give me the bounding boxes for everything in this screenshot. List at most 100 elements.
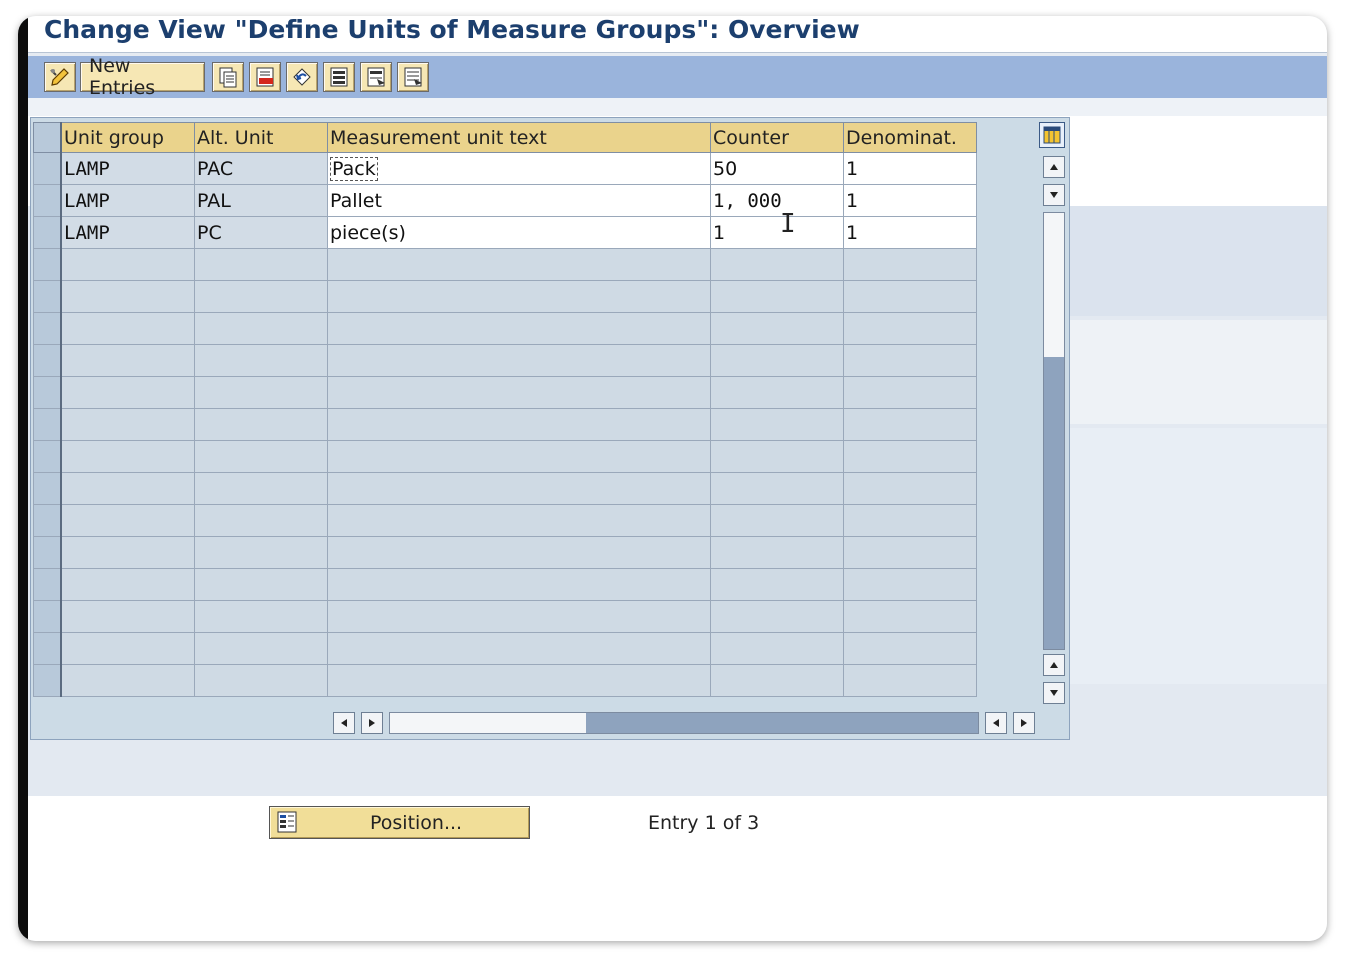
alt-unit-cell[interactable]: [194, 504, 328, 537]
counter-cell[interactable]: [710, 280, 844, 313]
denominator-cell[interactable]: [843, 504, 977, 537]
counter-cell[interactable]: [710, 344, 844, 377]
column-header-measurement-unit-text[interactable]: Measurement unit text: [327, 122, 711, 153]
counter-cell[interactable]: 1: [710, 216, 844, 249]
row-selector[interactable]: [33, 408, 62, 441]
counter-cell[interactable]: [710, 312, 844, 345]
alt-unit-cell[interactable]: [194, 600, 328, 633]
deselect-all-icon[interactable]: [397, 62, 429, 92]
scroll-left-end-button[interactable]: [985, 712, 1007, 734]
vertical-scroll-thumb[interactable]: [1044, 357, 1064, 649]
denominator-cell[interactable]: [843, 280, 977, 313]
column-header-counter[interactable]: Counter: [710, 122, 844, 153]
row-selector[interactable]: [33, 184, 62, 217]
measurement-unit-text-cell[interactable]: piece(s): [327, 216, 711, 249]
scroll-up-top-button[interactable]: [1043, 156, 1065, 178]
vertical-scrollbar[interactable]: [1043, 212, 1065, 650]
counter-cell[interactable]: [710, 376, 844, 409]
counter-cell[interactable]: 50: [710, 152, 844, 185]
measurement-unit-text-cell[interactable]: [327, 664, 711, 697]
scroll-up-bottom-button[interactable]: [1043, 654, 1065, 676]
unit-group-cell[interactable]: [60, 632, 195, 665]
alt-unit-cell[interactable]: [194, 312, 328, 345]
unit-group-cell[interactable]: [60, 568, 195, 601]
denominator-cell[interactable]: [843, 472, 977, 505]
select-all-icon[interactable]: [323, 62, 355, 92]
denominator-cell[interactable]: 1: [843, 184, 977, 217]
unit-group-cell[interactable]: [60, 376, 195, 409]
denominator-cell[interactable]: 1: [843, 152, 977, 185]
unit-group-cell[interactable]: [60, 248, 195, 281]
row-selector[interactable]: [33, 216, 62, 249]
scroll-down-top-button[interactable]: [1043, 184, 1065, 206]
unit-group-cell[interactable]: [60, 408, 195, 441]
display-change-icon[interactable]: [44, 62, 76, 92]
row-selector[interactable]: [33, 600, 62, 633]
select-all-rows-corner[interactable]: [33, 122, 62, 153]
unit-group-cell[interactable]: [60, 472, 195, 505]
new-entries-button[interactable]: New Entries: [80, 55, 205, 99]
alt-unit-cell[interactable]: [194, 344, 328, 377]
position-button[interactable]: Position...: [269, 806, 530, 839]
measurement-unit-text-value[interactable]: Pack: [330, 156, 378, 181]
undo-change-icon[interactable]: [286, 62, 318, 92]
scroll-left-button[interactable]: [333, 712, 355, 734]
denominator-cell[interactable]: [843, 376, 977, 409]
denominator-cell[interactable]: [843, 248, 977, 281]
copy-icon[interactable]: [212, 62, 244, 92]
scroll-right-end-button[interactable]: [1013, 712, 1035, 734]
counter-cell[interactable]: [710, 440, 844, 473]
denominator-cell[interactable]: [843, 664, 977, 697]
scroll-down-bottom-button[interactable]: [1043, 682, 1065, 704]
counter-cell[interactable]: [710, 504, 844, 537]
row-selector[interactable]: [33, 632, 62, 665]
row-selector[interactable]: [33, 536, 62, 569]
horizontal-scrollbar[interactable]: [389, 712, 979, 734]
row-selector[interactable]: [33, 312, 62, 345]
counter-cell[interactable]: [710, 408, 844, 441]
counter-cell[interactable]: [710, 600, 844, 633]
delete-icon[interactable]: [249, 62, 281, 92]
denominator-cell[interactable]: [843, 632, 977, 665]
measurement-unit-text-cell[interactable]: [327, 376, 711, 409]
unit-group-cell[interactable]: [60, 312, 195, 345]
row-selector[interactable]: [33, 504, 62, 537]
unit-group-cell[interactable]: [60, 536, 195, 569]
counter-cell[interactable]: [710, 664, 844, 697]
denominator-cell[interactable]: [843, 536, 977, 569]
horizontal-scroll-thumb[interactable]: [586, 713, 978, 733]
unit-group-cell[interactable]: [60, 280, 195, 313]
measurement-unit-text-cell[interactable]: [327, 440, 711, 473]
measurement-unit-text-cell[interactable]: [327, 472, 711, 505]
row-selector[interactable]: [33, 152, 62, 185]
row-selector[interactable]: [33, 472, 62, 505]
row-selector[interactable]: [33, 440, 62, 473]
measurement-unit-text-cell[interactable]: [327, 248, 711, 281]
counter-cell[interactable]: [710, 248, 844, 281]
measurement-unit-text-cell[interactable]: [327, 344, 711, 377]
counter-cell[interactable]: 1, 000: [710, 184, 844, 217]
alt-unit-cell[interactable]: [194, 632, 328, 665]
denominator-cell[interactable]: [843, 600, 977, 633]
denominator-cell[interactable]: [843, 440, 977, 473]
alt-unit-cell[interactable]: [194, 248, 328, 281]
measurement-unit-text-cell[interactable]: [327, 504, 711, 537]
unit-group-cell[interactable]: [60, 344, 195, 377]
alt-unit-cell[interactable]: [194, 376, 328, 409]
row-selector[interactable]: [33, 376, 62, 409]
measurement-unit-text-cell[interactable]: [327, 600, 711, 633]
counter-cell[interactable]: [710, 472, 844, 505]
measurement-unit-text-cell[interactable]: Pallet: [327, 184, 711, 217]
denominator-cell[interactable]: 1: [843, 216, 977, 249]
unit-group-cell[interactable]: [60, 600, 195, 633]
alt-unit-cell[interactable]: [194, 440, 328, 473]
measurement-unit-text-cell[interactable]: [327, 312, 711, 345]
denominator-cell[interactable]: [843, 408, 977, 441]
alt-unit-cell[interactable]: [194, 280, 328, 313]
column-header-denominator[interactable]: Denominat.: [843, 122, 977, 153]
row-selector[interactable]: [33, 344, 62, 377]
counter-cell[interactable]: [710, 632, 844, 665]
column-header-unit-group[interactable]: Unit group: [60, 122, 195, 153]
unit-group-cell[interactable]: [60, 664, 195, 697]
scroll-right-button[interactable]: [361, 712, 383, 734]
